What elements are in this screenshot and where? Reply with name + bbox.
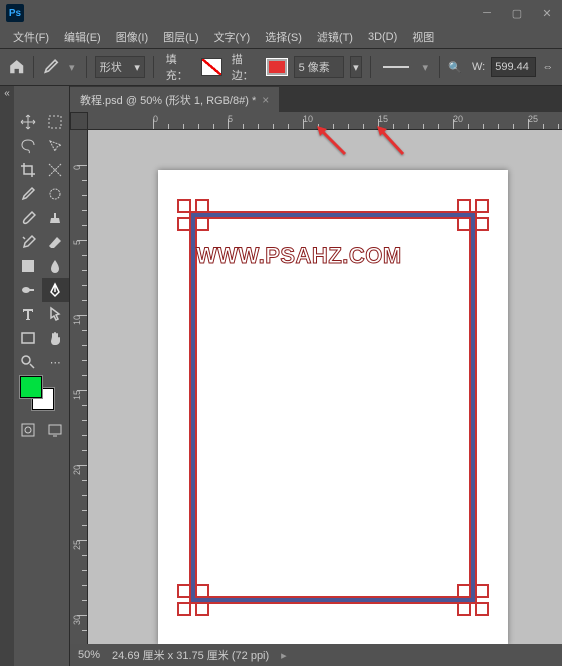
main-area: « ⋯ 教程.psd @ 50% (形状 1, RGB/8#) * × 0 5 10… (0, 86, 562, 666)
menu-filter[interactable]: 滤镜(T) (310, 26, 360, 48)
fill-label: 填充： (166, 51, 195, 83)
collapse-icon: « (4, 88, 10, 99)
tab-title: 教程.psd @ 50% (形状 1, RGB/8#) * (80, 92, 256, 108)
eraser-tool[interactable] (42, 230, 70, 254)
ruler-tick-label: 0 (153, 114, 158, 124)
ruler-tick-label: 10 (303, 114, 313, 124)
rectangle-tool[interactable] (14, 326, 42, 350)
menu-file[interactable]: 文件(F) (6, 26, 56, 48)
stroke-style-preview[interactable] (383, 66, 409, 68)
ruler-tick-label: 15 (72, 390, 82, 400)
ruler-tick-label: 20 (72, 465, 82, 475)
crop-tool[interactable] (14, 158, 42, 182)
path-select-tool[interactable] (42, 302, 70, 326)
eyedropper-tool[interactable] (14, 182, 42, 206)
ruler-origin[interactable] (70, 112, 88, 130)
panel-collapse-strip[interactable]: « (0, 86, 14, 666)
viewport[interactable]: WWW.PSAHZ.COM (88, 130, 562, 644)
dodge-tool[interactable] (14, 278, 42, 302)
stroke-size-field[interactable]: 5 像素 (294, 56, 344, 78)
menu-edit[interactable]: 编辑(E) (57, 26, 108, 48)
quickmask-tool[interactable] (14, 418, 42, 442)
maximize-button[interactable]: ▢ (502, 3, 532, 23)
menu-type[interactable]: 文字(Y) (207, 26, 258, 48)
screenmode-tool[interactable] (42, 418, 70, 442)
document-tabbar: 教程.psd @ 50% (形状 1, RGB/8#) * × (70, 86, 562, 112)
history-brush-tool[interactable] (14, 230, 42, 254)
stroke-swatch[interactable] (266, 58, 287, 76)
menubar: 文件(F) 编辑(E) 图像(I) 图层(L) 文字(Y) 选择(S) 滤镜(T… (0, 26, 562, 48)
brush-tool[interactable] (14, 206, 42, 230)
stroke-size-dropdown[interactable]: ▾ (350, 56, 362, 78)
pen-tool[interactable] (42, 278, 70, 302)
chevron-down-icon: ▾ (134, 61, 140, 74)
home-icon[interactable] (8, 57, 25, 77)
ruler-tick-label: 20 (453, 114, 463, 124)
window-controls: ─ ▢ ✕ (472, 3, 562, 23)
ruler-horizontal[interactable]: 0 5 10 15 20 25 (88, 112, 562, 130)
document-tab[interactable]: 教程.psd @ 50% (形状 1, RGB/8#) * × (70, 87, 279, 112)
status-chevron-icon[interactable]: ▸ (281, 649, 287, 662)
menu-layer[interactable]: 图层(L) (156, 26, 205, 48)
hand-tool[interactable] (42, 326, 70, 350)
foreground-color[interactable] (20, 376, 42, 398)
stroke-size-value: 5 像素 (299, 59, 330, 75)
statusbar: 50% 24.69 厘米 x 31.75 厘米 (72 ppi) ▸ (70, 644, 562, 666)
shape-mode-select[interactable]: 形状 ▾ (95, 56, 145, 78)
canvas-area: 教程.psd @ 50% (形状 1, RGB/8#) * × 0 5 10 15 20… (70, 86, 562, 666)
spot-heal-tool[interactable] (42, 182, 70, 206)
ruler-tick-label: 5 (72, 240, 82, 245)
fill-swatch[interactable] (201, 58, 222, 76)
gradient-tool[interactable] (14, 254, 42, 278)
menu-3d[interactable]: 3D(D) (361, 28, 404, 46)
menu-select[interactable]: 选择(S) (258, 26, 309, 48)
blur-tool[interactable] (42, 254, 70, 278)
minimize-button[interactable]: ─ (472, 3, 502, 23)
stroke-style-dropdown[interactable]: ▾ (419, 60, 431, 74)
width-field[interactable]: 599.44 (491, 57, 536, 77)
color-swatches (14, 374, 69, 418)
doc-dimensions: 24.69 厘米 x 31.75 厘米 (72 ppi) (112, 647, 269, 663)
ruler-tick-label: 25 (528, 114, 538, 124)
ruler-tick-label: 25 (72, 540, 82, 550)
lasso-tool[interactable] (14, 134, 42, 158)
titlebar: Ps ─ ▢ ✕ (0, 0, 562, 26)
tool-preset-icon[interactable] (42, 58, 59, 76)
ruler-tick-label: 30 (72, 615, 82, 625)
ruler-tick-label: 5 (228, 114, 233, 124)
move-tool[interactable] (14, 110, 42, 134)
ruler-tick-label: 15 (378, 114, 388, 124)
menu-image[interactable]: 图像(I) (109, 26, 155, 48)
slice-tool[interactable] (42, 158, 70, 182)
zoom-level[interactable]: 50% (78, 649, 100, 661)
link-icon[interactable]: ⇔ (542, 61, 554, 73)
artboard: WWW.PSAHZ.COM (158, 170, 508, 644)
tab-close-icon[interactable]: × (262, 93, 269, 107)
search-icon[interactable]: 🔍 (448, 61, 462, 74)
width-label: W: (472, 61, 485, 73)
marquee-tool[interactable] (42, 110, 70, 134)
type-tool[interactable] (14, 302, 42, 326)
tool-preset-dropdown[interactable]: ▾ (66, 60, 78, 74)
shape-mode-label: 形状 (100, 59, 122, 75)
edit-toolbar[interactable]: ⋯ (42, 350, 70, 374)
toolbox: ⋯ (14, 86, 70, 666)
clone-stamp-tool[interactable] (42, 206, 70, 230)
ruler-tick-label: 10 (72, 315, 82, 325)
menu-view[interactable]: 视图 (405, 26, 441, 48)
width-value: 599.44 (495, 61, 529, 73)
stroke-label: 描边： (232, 51, 261, 83)
ruler-vertical[interactable]: 0 5 10 15 20 25 30 (70, 130, 88, 644)
ruler-tick-label: 0 (72, 165, 82, 170)
watermark-text: WWW.PSAHZ.COM (196, 243, 402, 269)
zoom-tool[interactable] (14, 350, 42, 374)
close-button[interactable]: ✕ (532, 3, 562, 23)
app-logo: Ps (6, 4, 24, 22)
quick-select-tool[interactable] (42, 134, 70, 158)
options-bar: ▾ 形状 ▾ 填充： 描边： 5 像素 ▾ ▾ 🔍 W: 599.44 ⇔ (0, 49, 562, 85)
